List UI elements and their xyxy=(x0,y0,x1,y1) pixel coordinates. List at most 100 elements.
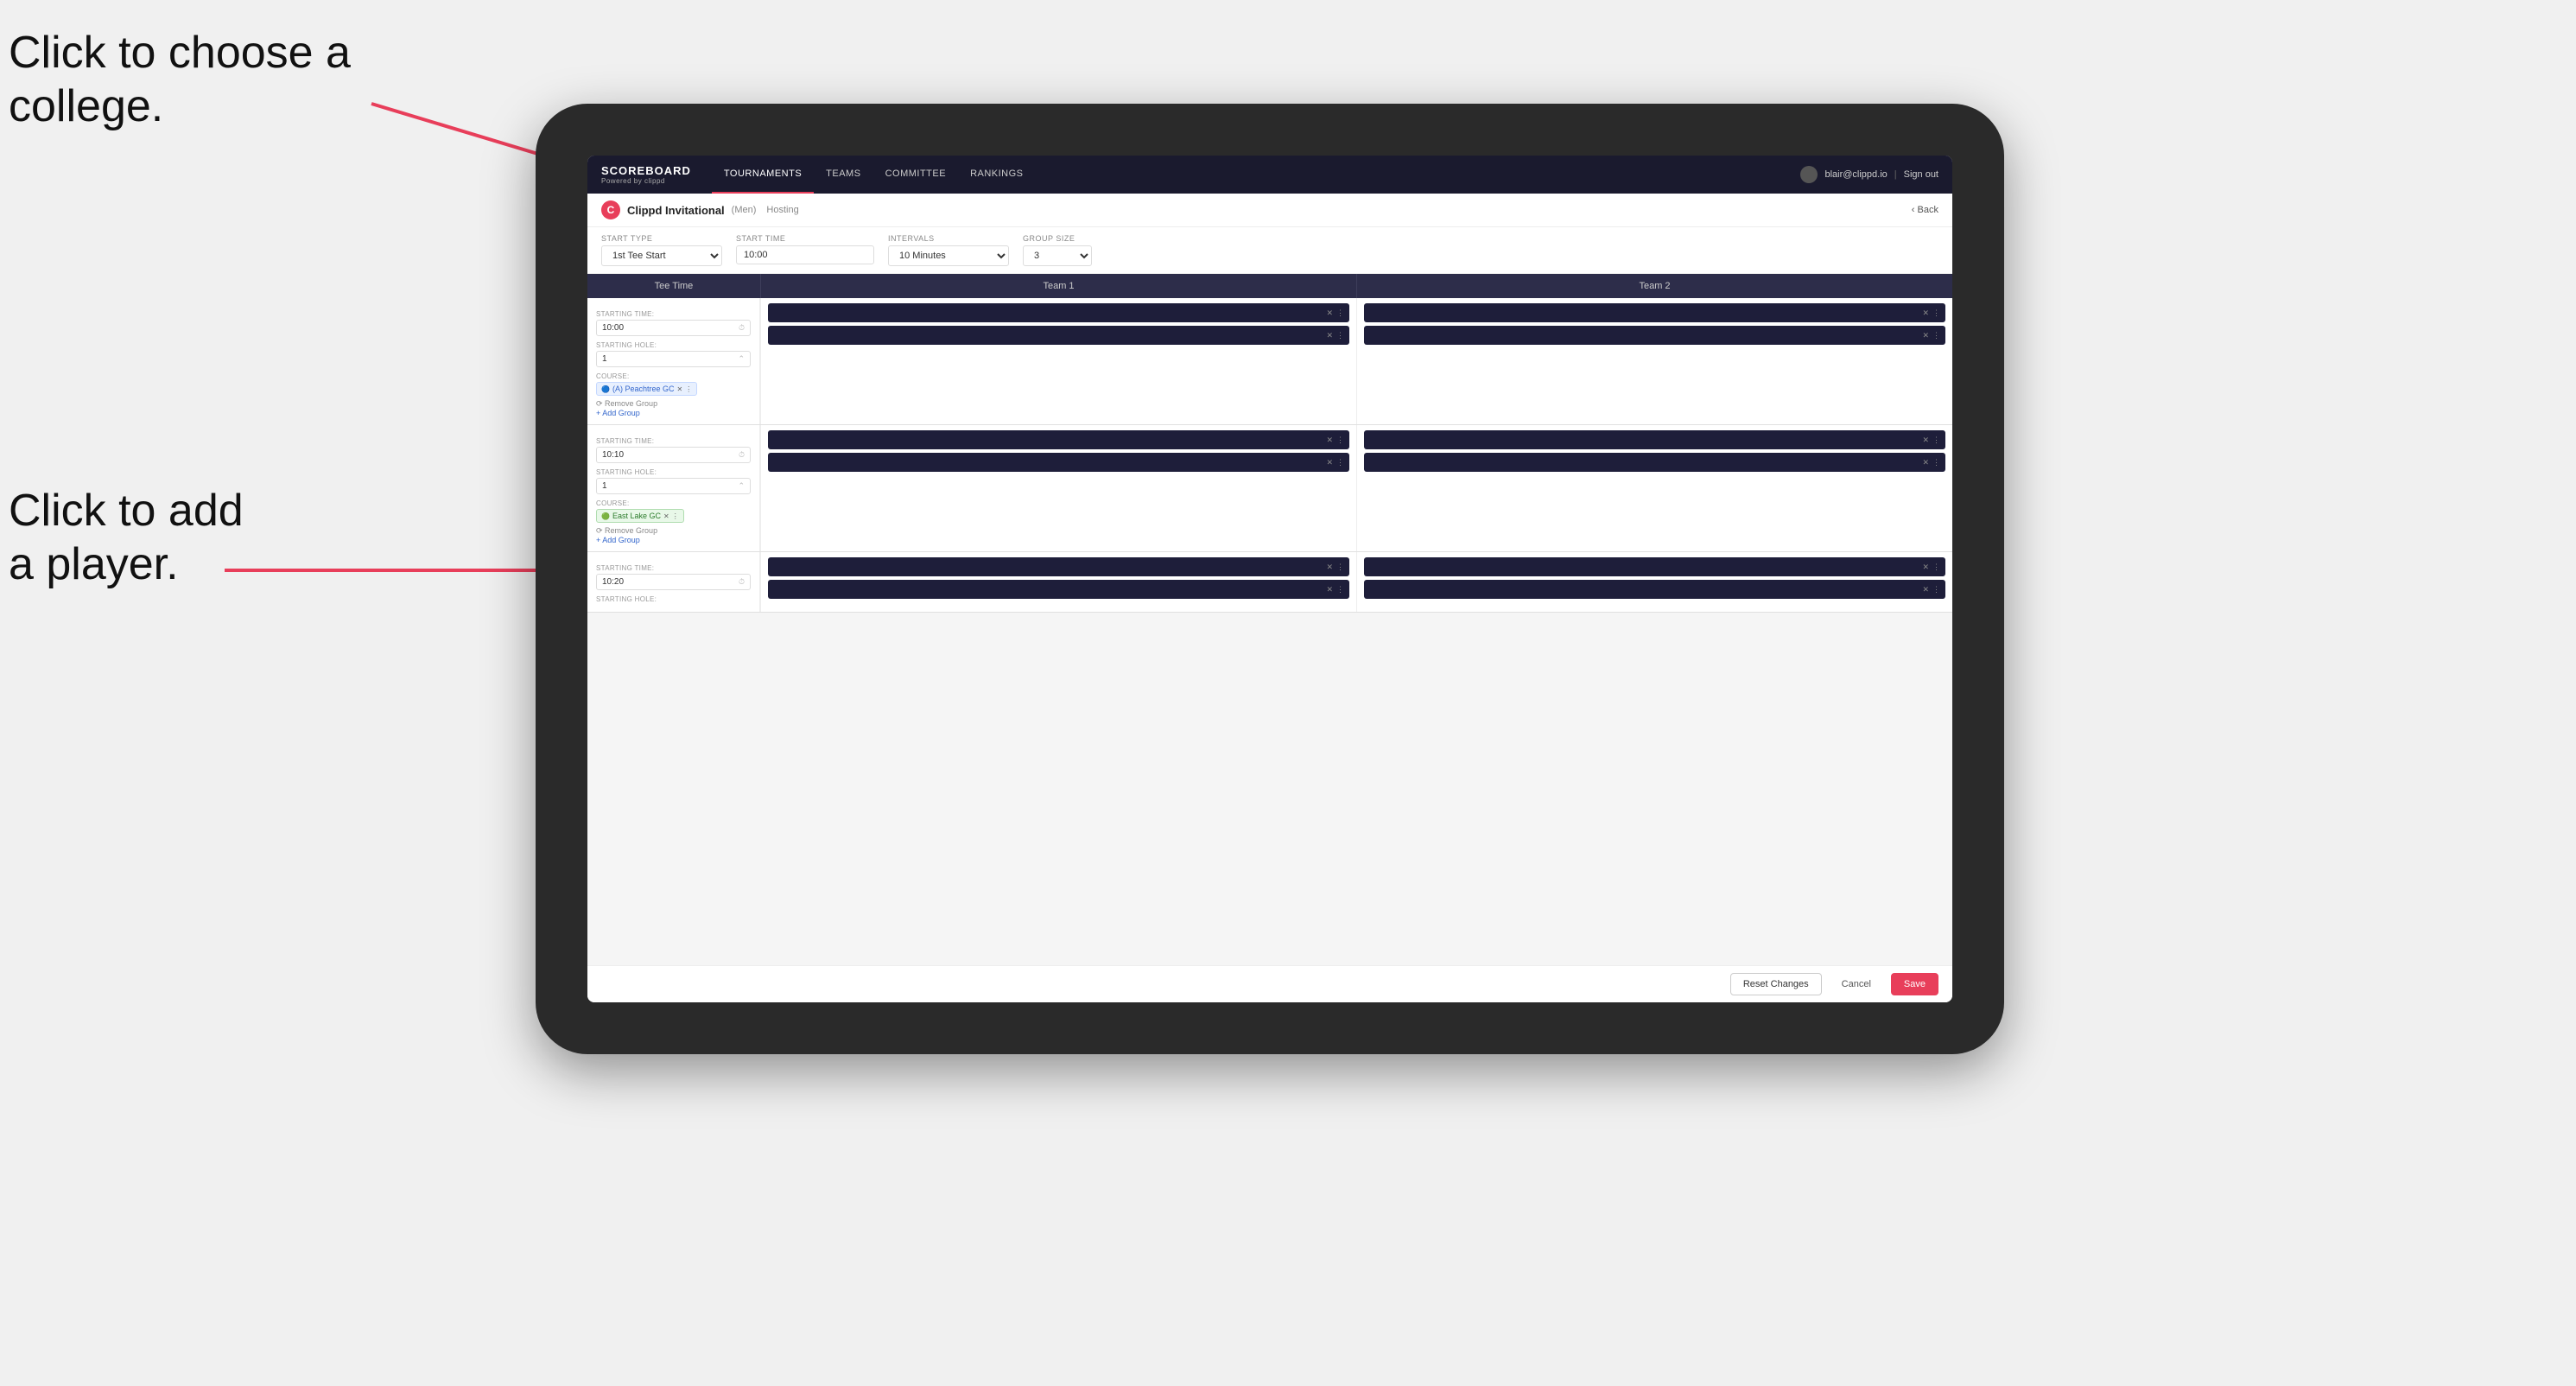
player-slot-2-2[interactable]: ✕ ⋮ xyxy=(1364,326,1945,345)
hosting-label: Hosting xyxy=(766,205,798,215)
group-size-label: Group Size xyxy=(1023,234,1092,243)
start-time-input[interactable] xyxy=(736,245,874,264)
slot-dots-icon: ⋮ xyxy=(1336,331,1344,340)
avatar xyxy=(1800,166,1818,183)
start-type-select[interactable]: 1st Tee Start xyxy=(601,245,722,266)
tablet-device: SCOREBOARD Powered by clippd TOURNAMENTS… xyxy=(536,104,2004,1054)
settings-row: Start Type 1st Tee Start Start Time Inte… xyxy=(587,227,1952,274)
th-tee-time: Tee Time xyxy=(587,274,760,298)
table-row: STARTING TIME: 10:00⏱ STARTING HOLE: 1⌃ … xyxy=(587,298,1952,425)
team1-col-1: ✕ ⋮ ✕ ⋮ xyxy=(760,298,1356,424)
player-slot-4-2[interactable]: ✕ ⋮ xyxy=(1364,453,1945,472)
slot-x-icon[interactable]: ✕ xyxy=(1922,563,1929,572)
course-row-2: 🟢 East Lake GC ✕ ⋮ xyxy=(596,509,751,523)
slot-dots-icon: ⋮ xyxy=(1932,585,1940,594)
intervals-select[interactable]: 10 Minutes xyxy=(888,245,1009,266)
slot-x-icon[interactable]: ✕ xyxy=(1326,585,1333,594)
starting-time-input-1[interactable]: 10:00⏱ xyxy=(596,320,751,336)
player-slot-6-2[interactable]: ✕ ⋮ xyxy=(1364,580,1945,599)
player-slot-5-1[interactable]: ✕ ⋮ xyxy=(768,557,1349,576)
player-slot-1-2[interactable]: ✕ ⋮ xyxy=(768,326,1349,345)
starting-hole-label-3: STARTING HOLE: xyxy=(596,595,751,603)
slot-dots-icon: ⋮ xyxy=(1336,436,1344,445)
slot-dots-icon: ⋮ xyxy=(1336,308,1344,318)
player-slot-3-1[interactable]: ✕ ⋮ xyxy=(768,430,1349,449)
th-team2: Team 2 xyxy=(1356,274,1952,298)
cancel-button[interactable]: Cancel xyxy=(1829,973,1884,995)
course-tag-2[interactable]: 🟢 East Lake GC ✕ ⋮ xyxy=(596,509,684,523)
annotation-add-player: Click to add a player. xyxy=(9,484,244,592)
slot-x-icon[interactable]: ✕ xyxy=(1922,458,1929,467)
slot-x-icon[interactable]: ✕ xyxy=(1326,308,1333,318)
course-row-1: 🔵 (A) Peachtree GC ✕ ⋮ xyxy=(596,382,751,396)
start-time-field: Start Time xyxy=(736,234,874,266)
table-body: STARTING TIME: 10:00⏱ STARTING HOLE: 1⌃ … xyxy=(587,298,1952,965)
player-slot-4-1[interactable]: ✕ ⋮ xyxy=(1364,430,1945,449)
player-slot-3-2[interactable]: ✕ ⋮ xyxy=(768,453,1349,472)
course-tag-1[interactable]: 🔵 (A) Peachtree GC ✕ ⋮ xyxy=(596,382,697,396)
slot-dots-icon: ⋮ xyxy=(1336,458,1344,467)
slot-dots-icon: ⋮ xyxy=(1932,436,1940,445)
nav-tab-tournaments[interactable]: TOURNAMENTS xyxy=(712,156,814,194)
team1-col-2: ✕ ⋮ ✕ ⋮ xyxy=(760,425,1356,551)
group-size-field: Group Size 3 xyxy=(1023,234,1092,266)
starting-time-input-3[interactable]: 10:20⏱ xyxy=(596,574,751,590)
save-button[interactable]: Save xyxy=(1891,973,1938,995)
slot-dots-icon: ⋮ xyxy=(1932,563,1940,572)
starting-hole-input-1[interactable]: 1⌃ xyxy=(596,351,751,367)
team2-col-2: ✕ ⋮ ✕ ⋮ xyxy=(1356,425,1952,551)
slot-x-icon[interactable]: ✕ xyxy=(1922,585,1929,594)
add-group-2[interactable]: + Add Group xyxy=(596,536,751,544)
course-dots-2: ⋮ xyxy=(672,512,679,520)
course-dots-1: ⋮ xyxy=(685,385,692,393)
slot-x-icon[interactable]: ✕ xyxy=(1326,458,1333,467)
slot-dots-icon: ⋮ xyxy=(1932,308,1940,318)
slot-x-icon[interactable]: ✕ xyxy=(1922,308,1929,318)
team2-col-1: ✕ ⋮ ✕ ⋮ xyxy=(1356,298,1952,424)
nav-tab-rankings[interactable]: RANKINGS xyxy=(958,156,1035,194)
th-team1: Team 1 xyxy=(760,274,1356,298)
nav-tab-committee[interactable]: COMMITTEE xyxy=(873,156,959,194)
team2-col-3: ✕ ⋮ ✕ ⋮ xyxy=(1356,552,1952,612)
remove-group-2[interactable]: ⟳ Remove Group xyxy=(596,526,751,536)
slot-dots-icon: ⋮ xyxy=(1932,458,1940,467)
starting-hole-label-2: STARTING HOLE: xyxy=(596,468,751,476)
starting-time-label-1: STARTING TIME: xyxy=(596,310,751,318)
slot-x-icon[interactable]: ✕ xyxy=(1922,331,1929,340)
table-header: Tee Time Team 1 Team 2 xyxy=(587,274,1952,298)
table-row: STARTING TIME: 10:10⏱ STARTING HOLE: 1⌃ … xyxy=(587,425,1952,552)
nav-tabs: TOURNAMENTS TEAMS COMMITTEE RANKINGS xyxy=(712,156,1801,194)
tee-left-3: STARTING TIME: 10:20⏱ STARTING HOLE: xyxy=(587,552,760,612)
player-slot-6-1[interactable]: ✕ ⋮ xyxy=(1364,557,1945,576)
course-remove-1[interactable]: ✕ xyxy=(677,385,683,393)
add-group-1[interactable]: + Add Group xyxy=(596,409,751,417)
back-button[interactable]: ‹ Back xyxy=(1912,205,1938,215)
start-type-field: Start Type 1st Tee Start xyxy=(601,234,722,266)
nav-tab-teams[interactable]: TEAMS xyxy=(814,156,872,194)
starting-hole-input-2[interactable]: 1⌃ xyxy=(596,478,751,494)
user-email: blair@clippd.io xyxy=(1824,169,1887,180)
intervals-label: Intervals xyxy=(888,234,1009,243)
player-slot-1-1[interactable]: ✕ ⋮ xyxy=(768,303,1349,322)
slot-dots-icon: ⋮ xyxy=(1336,585,1344,594)
player-slot-2-1[interactable]: ✕ ⋮ xyxy=(1364,303,1945,322)
sign-out-link[interactable]: Sign out xyxy=(1904,169,1938,180)
tournament-title: Clippd Invitational xyxy=(627,204,725,217)
course-name-1: (A) Peachtree GC xyxy=(612,385,675,393)
breadcrumb-row: C Clippd Invitational (Men) Hosting ‹ Ba… xyxy=(587,194,1952,227)
slot-dots-icon: ⋮ xyxy=(1336,563,1344,572)
slot-x-icon[interactable]: ✕ xyxy=(1922,436,1929,445)
slot-x-icon[interactable]: ✕ xyxy=(1326,563,1333,572)
intervals-field: Intervals 10 Minutes xyxy=(888,234,1009,266)
player-slot-5-2[interactable]: ✕ ⋮ xyxy=(768,580,1349,599)
group-size-select[interactable]: 3 xyxy=(1023,245,1092,266)
reset-changes-button[interactable]: Reset Changes xyxy=(1730,973,1822,995)
slot-x-icon[interactable]: ✕ xyxy=(1326,331,1333,340)
remove-group-1[interactable]: ⟳ Remove Group xyxy=(596,399,751,409)
slot-x-icon[interactable]: ✕ xyxy=(1326,436,1333,445)
starting-hole-label-1: STARTING HOLE: xyxy=(596,341,751,349)
course-remove-2[interactable]: ✕ xyxy=(663,512,669,520)
nav-bar: SCOREBOARD Powered by clippd TOURNAMENTS… xyxy=(587,156,1952,194)
tee-left-2: STARTING TIME: 10:10⏱ STARTING HOLE: 1⌃ … xyxy=(587,425,760,551)
starting-time-input-2[interactable]: 10:10⏱ xyxy=(596,447,751,463)
